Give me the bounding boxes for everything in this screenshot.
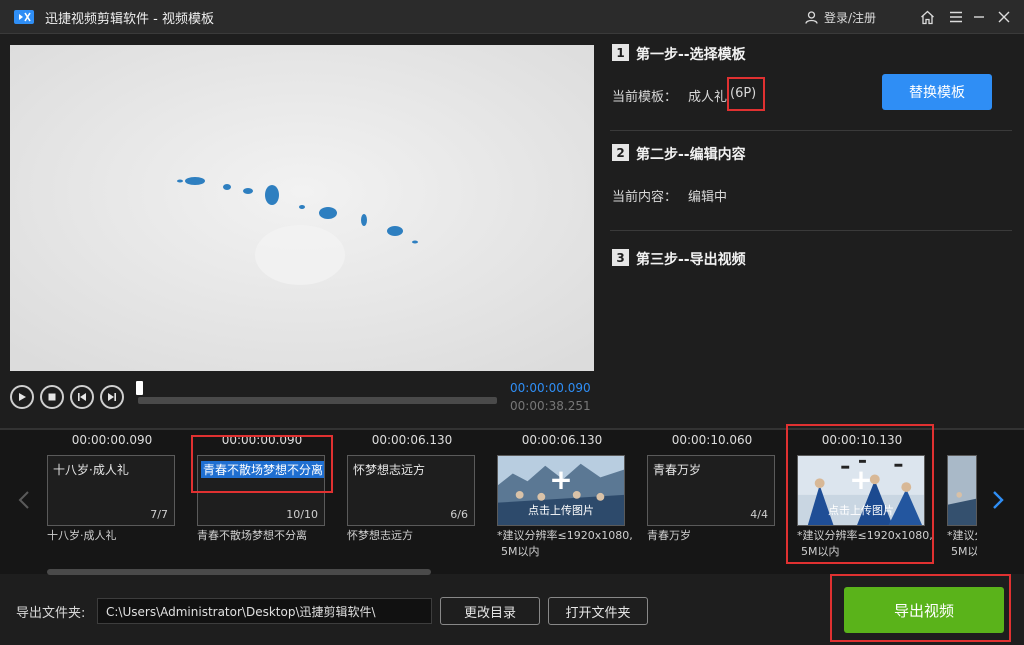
clip-time: 00:00:10.130 (821, 433, 903, 447)
step2-number: 2 (612, 144, 629, 161)
close-button[interactable] (995, 8, 1013, 26)
export-video-button[interactable]: 导出视频 (844, 587, 1004, 633)
login-button[interactable]: 登录/注册 (805, 9, 876, 26)
clip-card[interactable]: 青春不散场梦想不分离 10/10 (197, 455, 325, 526)
title-bar: 迅捷视频剪辑软件 - 视频模板 登录/注册 (0, 0, 1024, 34)
clip-text: 十八岁·成人礼 (53, 463, 129, 477)
plus-icon: + (549, 463, 573, 496)
step3-title: 第三步--导出视频 (636, 252, 746, 268)
clip-time: 00:00:10.060 (671, 433, 753, 447)
video-preview[interactable] (10, 45, 594, 371)
image-upload-card[interactable] (947, 455, 977, 526)
progress-track[interactable] (138, 397, 497, 404)
login-label: 登录/注册 (824, 11, 877, 25)
clip-caption: *建议分辨率≤1920x1080, (797, 529, 933, 542)
clip-text: 青春万岁 (653, 463, 702, 477)
clip-time: 00:00:06.130 (371, 433, 453, 447)
open-folder-button[interactable]: 打开文件夹 (548, 597, 648, 625)
stop-button[interactable] (40, 385, 64, 409)
image-upload-card[interactable]: + 点击上传图片 (497, 455, 625, 526)
template-name: 成人礼 (688, 90, 728, 105)
next-frame-button[interactable] (100, 385, 124, 409)
current-time: 00:00:00.090 (510, 381, 591, 395)
clip-count: 6/6 (450, 508, 468, 521)
plus-icon: + (849, 463, 873, 496)
content-status: 编辑中 (688, 190, 728, 205)
prev-frame-icon (78, 393, 86, 401)
clip-caption: *建议分辨率≤1920x1080, (497, 529, 633, 542)
step3-number: 3 (612, 249, 629, 266)
current-template-label: 当前模板： (612, 90, 678, 105)
preview-frame-image (10, 45, 594, 371)
clip-time: 00:00:00.090 (221, 433, 303, 447)
divider (610, 230, 1012, 231)
change-directory-button[interactable]: 更改目录 (440, 597, 540, 625)
clip-caption: 怀梦想志远方 (347, 529, 413, 542)
clip-count: 7/7 (150, 508, 168, 521)
clip-time: 00:00:06.130 (521, 433, 603, 447)
chevron-right-icon (993, 491, 1004, 509)
scroll-left-button[interactable] (18, 490, 30, 515)
clip-caption: 5M以内 (951, 545, 977, 558)
step1-number: 1 (612, 44, 629, 61)
total-time: 00:00:38.251 (510, 399, 591, 413)
play-icon (19, 393, 26, 401)
next-frame-icon (108, 393, 116, 401)
home-button[interactable] (918, 8, 936, 26)
clip-caption: 5M以内 (501, 545, 540, 558)
clip-text: 怀梦想志远方 (353, 463, 426, 477)
play-button[interactable] (10, 385, 34, 409)
current-content-label: 当前内容： (612, 190, 678, 205)
upload-label: 点击上传图片 (828, 504, 894, 517)
clip-caption: 十八岁·成人礼 (47, 529, 117, 542)
replace-template-button[interactable]: 替换模板 (882, 74, 992, 110)
step1-title: 第一步--选择模板 (636, 47, 746, 63)
image-upload-card[interactable]: + 点击上传图片 (797, 455, 925, 526)
menu-icon (950, 11, 962, 23)
prev-frame-button[interactable] (70, 385, 94, 409)
user-icon (805, 11, 818, 24)
scroll-right-button[interactable] (992, 490, 1004, 515)
minimize-button[interactable] (970, 8, 988, 26)
clip-card[interactable]: 青春万岁 4/4 (647, 455, 775, 526)
export-path-field[interactable]: C:\Users\Administrator\Desktop\迅捷剪辑软件\ (97, 598, 432, 624)
clip-caption: 青春万岁 (647, 529, 691, 542)
progress-handle[interactable] (136, 381, 143, 395)
clip-text-selected[interactable]: 青春不散场梦想不分离 (201, 461, 324, 478)
upload-label: 点击上传图片 (528, 504, 594, 517)
clip-caption: 5M以内 (801, 545, 840, 558)
graduation-photo (948, 456, 976, 525)
clip-caption: *建议分 (947, 529, 977, 542)
clip-count: 4/4 (750, 508, 768, 521)
export-folder-label: 导出文件夹: (16, 606, 86, 621)
clip-count: 10/10 (286, 508, 318, 521)
window-title: 迅捷视频剪辑软件 - 视频模板 (45, 12, 214, 27)
clip-caption: 青春不散场梦想不分离 (197, 529, 307, 542)
step2-title: 第二步--编辑内容 (636, 147, 746, 163)
minimize-icon (974, 16, 984, 18)
template-count: (6P) (730, 86, 757, 101)
close-icon (998, 11, 1010, 23)
divider (610, 130, 1012, 131)
chevron-left-icon (18, 491, 29, 509)
stop-icon (48, 393, 56, 401)
app-logo-icon (14, 10, 34, 24)
menu-button[interactable] (947, 8, 965, 26)
clip-time: 00:00:00.090 (71, 433, 153, 447)
clip-card[interactable]: 十八岁·成人礼 7/7 (47, 455, 175, 526)
clip-card[interactable]: 怀梦想志远方 6/6 (347, 455, 475, 526)
home-icon (920, 10, 934, 24)
